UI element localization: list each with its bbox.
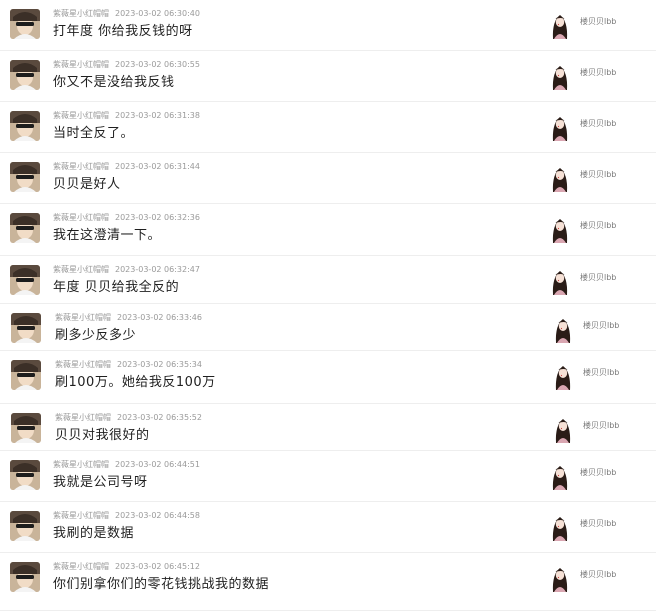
sender-name[interactable]: 紫薇星小红帽帽 (55, 313, 111, 322)
sender-name[interactable]: 紫薇星小红帽帽 (55, 413, 111, 422)
message-text: 我刷的是数据 (53, 526, 135, 541)
message-text: 年度 贝贝给我全反的 (53, 280, 180, 295)
message-timestamp: 2023-03-02 06:32:47 (115, 265, 200, 274)
sender-avatar-icon[interactable] (10, 60, 40, 90)
sender-name[interactable]: 紫薇星小红帽帽 (53, 162, 109, 171)
sender-name[interactable]: 紫薇星小红帽帽 (53, 460, 109, 469)
message-meta: 紫薇星小红帽帽 2023-03-02 06:35:52 (55, 413, 202, 423)
message-row: 紫薇星小红帽帽 2023-03-02 06:44:51 我就是公司号呀 楼贝贝lbb (0, 451, 656, 502)
sender-avatar-icon[interactable] (10, 511, 40, 541)
recipient-avatar-icon[interactable] (548, 113, 572, 141)
recipient-name[interactable]: 楼贝贝lbb (580, 468, 616, 478)
message-meta: 紫薇星小红帽帽 2023-03-02 06:32:47 (53, 265, 200, 275)
message-row: 紫薇星小红帽帽 2023-03-02 06:33:46 刷多少反多少 楼贝贝lbb (0, 304, 656, 351)
recipient-name[interactable]: 楼贝贝lbb (583, 368, 619, 378)
message-row: 紫薇星小红帽帽 2023-03-02 06:31:38 当时全反了。 楼贝贝lbb (0, 102, 656, 153)
message-timestamp: 2023-03-02 06:33:46 (117, 313, 202, 322)
recipient-avatar-icon[interactable] (548, 11, 572, 39)
message-meta: 紫薇星小红帽帽 2023-03-02 06:33:46 (55, 313, 202, 323)
recipient-avatar-icon[interactable] (551, 415, 575, 443)
message-timestamp: 2023-03-02 06:30:55 (115, 60, 200, 69)
recipient-avatar-icon[interactable] (551, 362, 575, 390)
message-meta: 紫薇星小红帽帽 2023-03-02 06:44:51 (53, 460, 200, 470)
message-meta: 紫薇星小红帽帽 2023-03-02 06:30:55 (53, 60, 200, 70)
sender-name[interactable]: 紫薇星小红帽帽 (53, 111, 109, 120)
sender-name[interactable]: 紫薇星小红帽帽 (53, 562, 109, 571)
message-row: 紫薇星小红帽帽 2023-03-02 06:32:47 年度 贝贝给我全反的 楼贝贝… (0, 256, 656, 304)
message-timestamp: 2023-03-02 06:35:52 (117, 413, 202, 422)
sender-avatar-icon[interactable] (11, 413, 41, 443)
message-timestamp: 2023-03-02 06:30:40 (115, 9, 200, 18)
message-meta: 紫薇星小红帽帽 2023-03-02 06:31:38 (53, 111, 200, 121)
message-meta: 紫薇星小红帽帽 2023-03-02 06:45:12 (53, 562, 200, 572)
recipient-name[interactable]: 楼贝贝lbb (583, 321, 619, 331)
sender-avatar-icon[interactable] (10, 111, 40, 141)
recipient-avatar-icon[interactable] (548, 267, 572, 295)
sender-name[interactable]: 紫薇星小红帽帽 (53, 511, 109, 520)
message-row: 紫薇星小红帽帽 2023-03-02 06:31:44 贝贝是好人 楼贝贝lbb (0, 153, 656, 204)
chat-history-list: 紫薇星小红帽帽 2023-03-02 06:30:40 打年度 你给我反钱的呀 楼贝… (0, 0, 656, 611)
message-meta: 紫薇星小红帽帽 2023-03-02 06:44:58 (53, 511, 200, 521)
message-text: 你们别拿你们的零花钱挑战我的数据 (53, 577, 270, 592)
message-timestamp: 2023-03-02 06:31:38 (115, 111, 200, 120)
sender-avatar-icon[interactable] (10, 562, 40, 592)
recipient-avatar-icon[interactable] (548, 462, 572, 490)
sender-avatar-icon[interactable] (10, 213, 40, 243)
message-meta: 紫薇星小红帽帽 2023-03-02 06:35:34 (55, 360, 202, 370)
sender-avatar-icon[interactable] (10, 265, 40, 295)
recipient-avatar-icon[interactable] (548, 564, 572, 592)
recipient-avatar-icon[interactable] (548, 513, 572, 541)
message-text: 贝贝是好人 (53, 177, 121, 192)
message-timestamp: 2023-03-02 06:32:36 (115, 213, 200, 222)
message-text: 当时全反了。 (53, 126, 135, 141)
sender-avatar-icon[interactable] (10, 162, 40, 192)
message-text: 刷100万。她给我反100万 (55, 375, 216, 390)
message-row: 紫薇星小红帽帽 2023-03-02 06:44:58 我刷的是数据 楼贝贝lbb (0, 502, 656, 553)
recipient-name[interactable]: 楼贝贝lbb (580, 570, 616, 580)
recipient-name[interactable]: 楼贝贝lbb (580, 519, 616, 529)
message-timestamp: 2023-03-02 06:31:44 (115, 162, 200, 171)
sender-name[interactable]: 紫薇星小红帽帽 (53, 9, 109, 18)
message-text: 打年度 你给我反钱的呀 (53, 24, 193, 39)
recipient-name[interactable]: 楼贝贝lbb (580, 221, 616, 231)
message-text: 我就是公司号呀 (53, 475, 148, 490)
recipient-name[interactable]: 楼贝贝lbb (580, 119, 616, 129)
sender-avatar-icon[interactable] (10, 9, 40, 39)
message-text: 贝贝对我很好的 (55, 428, 150, 443)
recipient-avatar-icon[interactable] (548, 164, 572, 192)
sender-avatar-icon[interactable] (11, 360, 41, 390)
message-row: 紫薇星小红帽帽 2023-03-02 06:30:40 打年度 你给我反钱的呀 楼贝… (0, 0, 656, 51)
sender-avatar-icon[interactable] (10, 460, 40, 490)
message-text: 你又不是没给我反钱 (53, 75, 175, 90)
message-timestamp: 2023-03-02 06:44:58 (115, 511, 200, 520)
message-row: 紫薇星小红帽帽 2023-03-02 06:35:52 贝贝对我很好的 楼贝贝lbb (0, 404, 656, 451)
recipient-name[interactable]: 楼贝贝lbb (583, 421, 619, 431)
recipient-avatar-icon[interactable] (548, 215, 572, 243)
sender-name[interactable]: 紫薇星小红帽帽 (53, 213, 109, 222)
message-row: 紫薇星小红帽帽 2023-03-02 06:32:36 我在这澄清一下。 楼贝贝lb… (0, 204, 656, 256)
message-meta: 紫薇星小红帽帽 2023-03-02 06:32:36 (53, 213, 200, 223)
message-row: 紫薇星小红帽帽 2023-03-02 06:30:55 你又不是没给我反钱 楼贝贝l… (0, 51, 656, 102)
recipient-name[interactable]: 楼贝贝lbb (580, 68, 616, 78)
message-timestamp: 2023-03-02 06:45:12 (115, 562, 200, 571)
message-meta: 紫薇星小红帽帽 2023-03-02 06:31:44 (53, 162, 200, 172)
message-timestamp: 2023-03-02 06:35:34 (117, 360, 202, 369)
message-meta: 紫薇星小红帽帽 2023-03-02 06:30:40 (53, 9, 200, 19)
sender-avatar-icon[interactable] (11, 313, 41, 343)
sender-name[interactable]: 紫薇星小红帽帽 (55, 360, 111, 369)
recipient-name[interactable]: 楼贝贝lbb (580, 170, 616, 180)
sender-name[interactable]: 紫薇星小红帽帽 (53, 60, 109, 69)
recipient-avatar-icon[interactable] (548, 62, 572, 90)
message-text: 我在这澄清一下。 (53, 228, 162, 243)
message-row: 紫薇星小红帽帽 2023-03-02 06:35:34 刷100万。她给我反100万… (0, 351, 656, 404)
recipient-avatar-icon[interactable] (551, 315, 575, 343)
sender-name[interactable]: 紫薇星小红帽帽 (53, 265, 109, 274)
message-text: 刷多少反多少 (55, 328, 137, 343)
recipient-name[interactable]: 楼贝贝lbb (580, 17, 616, 27)
message-timestamp: 2023-03-02 06:44:51 (115, 460, 200, 469)
recipient-name[interactable]: 楼贝贝lbb (580, 273, 616, 283)
message-row: 紫薇星小红帽帽 2023-03-02 06:45:12 你们别拿你们的零花钱挑战我的… (0, 553, 656, 611)
